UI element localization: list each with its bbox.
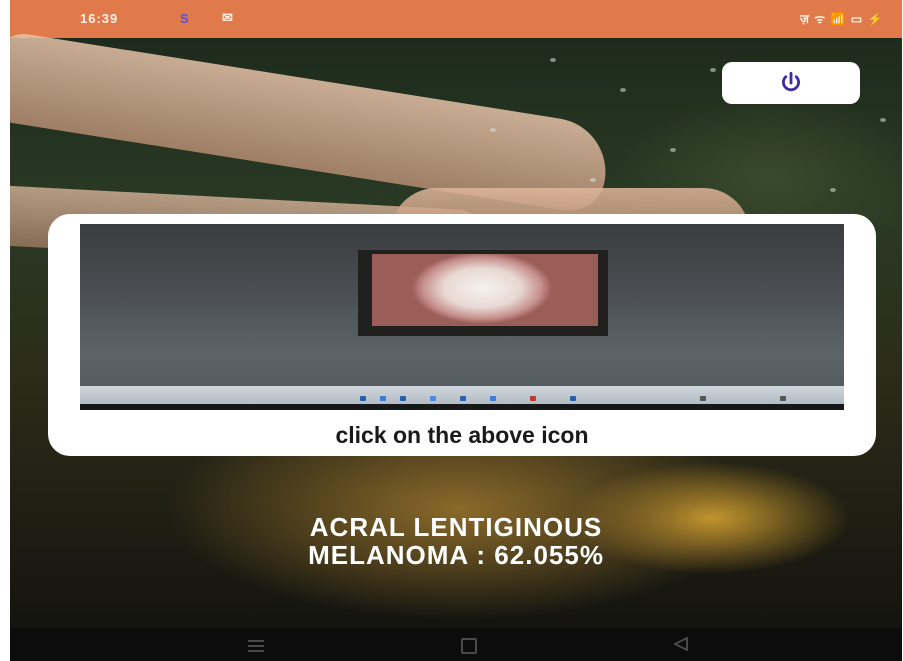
droplet — [490, 128, 496, 132]
droplet — [880, 118, 886, 122]
card-caption: click on the above icon — [335, 422, 589, 448]
image-card: click on the above icon — [48, 214, 876, 456]
droplet — [550, 58, 556, 62]
result-text: ACRAL LENTIGINOUS MELANOMA : 62.055% — [10, 513, 902, 569]
result-line-1: ACRAL LENTIGINOUS — [309, 512, 603, 542]
phone-screen: 16:39 S ✉ ज़ ᯤ 📶 ▭ ⚡ click on the above … — [10, 0, 902, 661]
droplet — [620, 88, 626, 92]
droplet — [830, 188, 836, 192]
image-preview[interactable] — [80, 224, 844, 410]
droplet — [590, 178, 596, 182]
mail-icon: ✉ — [222, 10, 233, 25]
nail-photo — [358, 250, 608, 336]
nail-photo-content — [372, 254, 598, 326]
home-icon[interactable] — [461, 638, 477, 654]
app-indicator: S — [180, 11, 189, 26]
power-icon — [782, 71, 800, 92]
menu-icon[interactable] — [248, 640, 264, 655]
navigation-bar — [10, 628, 902, 661]
result-line-2: MELANOMA : 62.055% — [308, 540, 604, 570]
power-button[interactable] — [722, 62, 860, 104]
droplet — [670, 148, 676, 152]
status-bar: 16:39 S ✉ ज़ ᯤ 📶 ▭ ⚡ — [10, 0, 902, 38]
preview-edge — [80, 404, 844, 410]
droplet — [710, 68, 716, 72]
status-icons: ज़ ᯤ 📶 ▭ ⚡ — [800, 12, 884, 26]
back-icon[interactable] — [672, 636, 690, 652]
status-time: 16:39 — [80, 11, 119, 26]
